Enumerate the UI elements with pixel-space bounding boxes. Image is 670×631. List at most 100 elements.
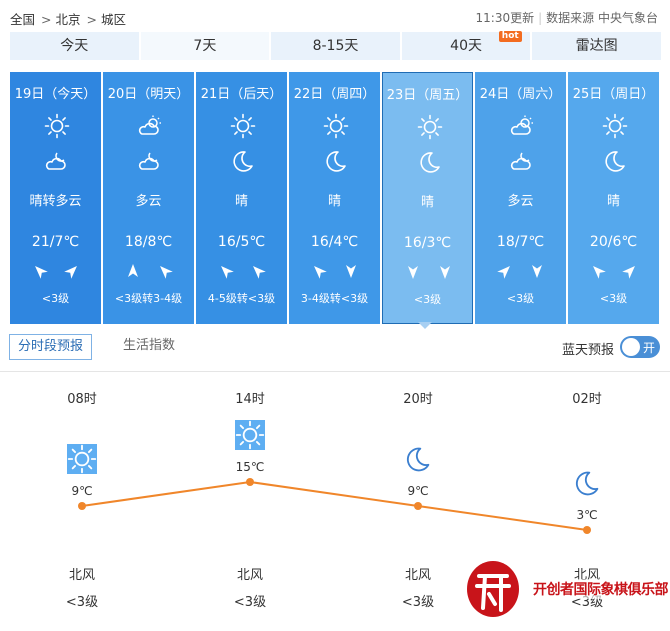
day-wind-level: 3-4级转<3级 <box>300 292 369 305</box>
day-weather-desc: 晴 <box>606 194 620 209</box>
hourly-time: 08时 <box>67 392 97 407</box>
day-temperature: 16/5℃ <box>217 234 266 250</box>
tab-7-days[interactable]: 7天 <box>140 32 270 60</box>
sun-icon <box>235 420 265 450</box>
day-date: 25日（周日） <box>572 87 655 102</box>
breadcrumb-separator: > <box>86 12 97 27</box>
day-card[interactable]: 21日（后天） 晴 16/5℃ 4-5级转<3级 <box>196 72 287 324</box>
daily-forecast-list: 19日（今天） 晴转多云 21/7℃ <3级 20日（明天） 多云 18/8℃ <3级转3-4… <box>10 72 661 324</box>
hourly-wind-direction: 北风 <box>404 568 431 583</box>
sun-icon <box>417 114 443 140</box>
temperature-series-line <box>81 480 588 531</box>
day-card[interactable]: 23日（周五） 晴 16/3℃ <3级 <box>382 72 473 324</box>
forecast-tabs: 今天 7天 8-15天 40天 hot 雷达图 <box>10 31 661 60</box>
wind-direction-icon <box>622 263 638 279</box>
day-temperature: 20/6℃ <box>589 234 638 250</box>
wind-direction-icon <box>405 264 421 280</box>
tab-40-days[interactable]: 40天 hot <box>401 31 531 60</box>
wind-direction-icon <box>311 263 327 279</box>
day-wind-level: <3级 <box>41 292 70 305</box>
selected-day-pointer <box>418 322 432 329</box>
hourly-wind-direction: 北风 <box>68 568 95 583</box>
day-wind-level: <3级 <box>506 292 535 305</box>
day-date: 19日（今天） <box>14 87 97 102</box>
wind-direction-icon <box>32 263 48 279</box>
hourly-temperature: 3℃ <box>576 508 598 522</box>
wind-direction-icon <box>590 263 606 279</box>
tab-life-index[interactable]: 生活指数 <box>115 334 183 360</box>
hourly-time: 02时 <box>572 392 602 407</box>
day-weather-desc: 多云 <box>507 194 534 209</box>
sun-icon <box>602 113 628 139</box>
hourly-wind-level: <3级 <box>65 595 99 610</box>
partly-cloudy-icon <box>509 113 535 139</box>
tab-hourly-forecast[interactable]: 分时段预报 <box>9 334 93 360</box>
breadcrumb: 全国 > 北京 > 城区 <box>10 9 128 28</box>
sun-icon <box>67 444 97 474</box>
wind-direction-icon <box>343 263 359 279</box>
moon-icon <box>323 148 349 174</box>
top-bar: 全国 > 北京 > 城区 11:30更新 | 数据来源 中央气象台 <box>0 0 670 32</box>
hot-badge: hot <box>498 31 522 42</box>
update-time: 11:30更新 <box>475 11 535 25</box>
day-card[interactable]: 20日（明天） 多云 18/8℃ <3级转3-4级 <box>103 72 194 324</box>
hourly-column: 20时 9℃ 北风 <3级 <box>388 372 448 631</box>
wind-direction-icon <box>250 263 266 279</box>
sun-icon <box>323 113 349 139</box>
cloudy-night-icon <box>44 148 70 174</box>
tab-8-15-days[interactable]: 8-15天 <box>271 32 400 60</box>
day-weather-desc: 晴 <box>420 195 434 210</box>
day-date: 24日（周六） <box>479 87 562 102</box>
cloudy-night-icon <box>509 148 535 174</box>
day-date: 22日（周四） <box>293 87 376 102</box>
hourly-temperature: 15℃ <box>235 460 265 474</box>
moon-icon <box>572 468 602 498</box>
hourly-column: 08时 9℃ 北风 <3级 <box>52 372 112 631</box>
day-temperature: 16/3℃ <box>403 235 452 251</box>
sun-icon <box>44 113 70 139</box>
day-date: 21日（后天） <box>200 87 283 102</box>
data-source: 数据来源 中央气象台 <box>546 11 658 25</box>
tab-40-days-label: 40天 <box>450 38 482 54</box>
tab-today[interactable]: 今天 <box>10 32 139 60</box>
day-wind-level: 4-5级转<3级 <box>207 292 276 305</box>
day-temperature: 18/7℃ <box>496 234 545 250</box>
partly-cloudy-icon <box>137 113 163 139</box>
day-weather-desc: 晴转多云 <box>29 194 82 209</box>
day-temperature: 18/8℃ <box>124 234 173 250</box>
day-card[interactable]: 19日（今天） 晴转多云 21/7℃ <3级 <box>10 72 101 324</box>
toggle-label: 开 <box>642 341 655 355</box>
watermark-text: 开创者国际象棋俱乐部 <box>533 579 669 599</box>
hourly-column: 14时 15℃ 北风 <3级 <box>220 372 280 631</box>
seal-logo <box>467 561 519 617</box>
day-temperature: 21/7℃ <box>31 234 80 250</box>
breadcrumb-separator: > <box>41 12 52 27</box>
wind-direction-icon <box>64 263 80 279</box>
breadcrumb-item-district[interactable]: 城区 <box>101 12 126 27</box>
hourly-wind-direction: 北风 <box>236 568 263 583</box>
tab-radar[interactable]: 雷达图 <box>532 32 661 60</box>
day-weather-desc: 晴 <box>234 194 248 209</box>
sub-tabs: 分时段预报 生活指数 蓝天预报 开 <box>0 334 670 364</box>
wind-direction-icon <box>157 263 173 279</box>
day-card[interactable]: 22日（周四） 晴 16/4℃ 3-4级转<3级 <box>289 72 380 324</box>
hourly-time: 14时 <box>235 392 265 407</box>
moon-icon <box>602 148 628 174</box>
day-card[interactable]: 25日（周日） 晴 20/6℃ <3级 <box>568 72 659 324</box>
day-temperature: 16/4℃ <box>310 234 359 250</box>
moon-icon <box>230 148 256 174</box>
blue-sky-toggle[interactable]: 开 <box>620 336 660 358</box>
wind-direction-icon <box>218 263 234 279</box>
day-wind-level: <3级转3-4级 <box>114 292 183 305</box>
cloudy-night-icon <box>137 148 163 174</box>
day-wind-level: <3级 <box>413 293 442 306</box>
update-info: 11:30更新 | 数据来源 中央气象台 <box>476 9 658 26</box>
breadcrumb-item-country[interactable]: 全国 <box>10 12 35 27</box>
moon-icon <box>417 149 443 175</box>
day-weather-desc: 晴 <box>327 194 341 209</box>
breadcrumb-item-city[interactable]: 北京 <box>56 12 81 27</box>
divider-bar: | <box>538 11 543 25</box>
day-date: 23日（周五） <box>386 88 469 103</box>
blue-sky-forecast-label: 蓝天预报 <box>561 343 614 358</box>
day-card[interactable]: 24日（周六） 多云 18/7℃ <3级 <box>475 72 566 324</box>
